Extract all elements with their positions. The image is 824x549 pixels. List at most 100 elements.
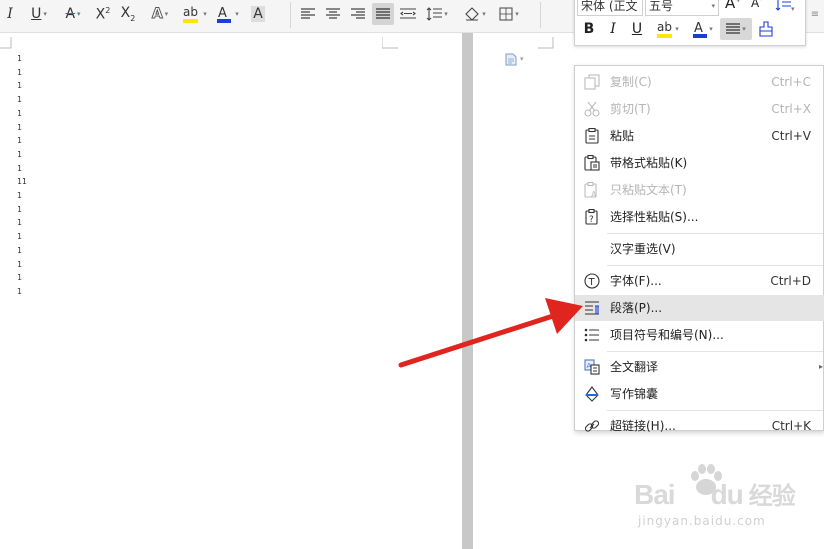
line-number: 1: [17, 286, 22, 296]
line-number: 1: [17, 67, 22, 77]
align-left-button[interactable]: [298, 3, 318, 25]
superscript-button[interactable]: X2: [93, 3, 113, 25]
menu-item-shortcut: Ctrl+K: [771, 419, 811, 433]
justify-icon: [726, 23, 741, 34]
writing-tips-icon: [584, 386, 600, 402]
watermark-logo: Bai du 经验: [634, 476, 796, 511]
font-color-button[interactable]: A ▾: [687, 18, 717, 40]
subscript-button[interactable]: X2: [118, 3, 138, 25]
menu-item-paste[interactable]: 粘贴 Ctrl+V: [575, 123, 824, 149]
menu-separator: [607, 410, 823, 411]
toolbar-overflow-icon[interactable]: ≡: [808, 3, 822, 25]
highlighter-icon: ab: [183, 5, 199, 23]
menu-item-label: 超链接(H)...: [610, 419, 676, 433]
chevron-down-icon: ▾: [203, 10, 207, 18]
red-arrow-annotation: [398, 298, 583, 368]
italic-button[interactable]: I: [2, 3, 18, 25]
svg-text:?: ?: [589, 215, 594, 225]
distribute-button[interactable]: [398, 3, 418, 25]
highlight-button[interactable]: ab ▾: [651, 18, 683, 40]
menu-item-paste-text[interactable]: A 只粘贴文本(T): [575, 177, 824, 203]
menu-item-translate[interactable]: A 全文翻译 ▸: [575, 354, 824, 380]
italic-button[interactable]: I: [603, 18, 623, 40]
font-icon: T: [584, 273, 600, 289]
format-painter-button[interactable]: [755, 18, 777, 40]
menu-item-paragraph[interactable]: 段落(P)...: [575, 295, 824, 321]
line-number: 1: [17, 232, 22, 242]
grow-font-button[interactable]: A+: [725, 0, 741, 12]
watermark-brand-latin: Bai: [634, 479, 676, 510]
highlight-button[interactable]: ab ▾: [180, 3, 208, 25]
font-size-value: 五号: [649, 0, 674, 13]
menu-item-font[interactable]: T 字体(F)... Ctrl+D: [575, 268, 824, 294]
svg-text:A: A: [218, 6, 227, 21]
align-right-icon: [351, 8, 365, 19]
align-right-button[interactable]: [348, 3, 368, 25]
line-spacing-icon: [775, 0, 791, 11]
grow-font-icon: A: [725, 0, 736, 12]
distribute-icon: [400, 8, 416, 19]
menu-separator: [607, 265, 823, 266]
font-size-select[interactable]: 五号 ▾: [645, 0, 719, 16]
menu-item-label: 段落(P)...: [610, 301, 663, 315]
line-number: 1: [17, 191, 22, 200]
paste-format-icon: [584, 154, 600, 171]
page-gutter: [462, 33, 473, 549]
border-icon: [499, 7, 513, 21]
svg-text:ab: ab: [657, 20, 672, 34]
bold-button[interactable]: B: [579, 18, 599, 40]
menu-item-writing-tips[interactable]: 写作锦囊: [575, 381, 824, 407]
menu-item-copy[interactable]: 复制(C) Ctrl+C: [575, 69, 824, 95]
text-effect-button[interactable]: A ▾: [145, 3, 175, 25]
underline-icon: U: [31, 6, 42, 22]
menu-item-paste-special[interactable]: ? 选择性粘贴(S)...: [575, 204, 824, 230]
menu-item-label: 粘贴: [610, 129, 635, 143]
menu-item-shortcut: Ctrl+X: [771, 102, 811, 116]
underline-button[interactable]: U: [627, 18, 647, 40]
mini-justify-button[interactable]: ▾: [720, 18, 752, 40]
page-corner-marker: [0, 37, 12, 49]
menu-item-label: 项目符号和编号(N)...: [610, 328, 724, 342]
menu-item-hanzi-reselect[interactable]: 汉字重选(V): [575, 236, 824, 262]
underline-button[interactable]: U ▾: [24, 3, 54, 25]
align-center-button[interactable]: [323, 3, 343, 25]
menu-item-label: 复制(C): [610, 75, 652, 89]
borders-button[interactable]: ▾: [494, 3, 524, 25]
line-number: 11: [17, 177, 27, 187]
text-effect-icon: A: [151, 6, 163, 23]
watermark-brand-cn: 经验: [748, 483, 796, 510]
chevron-down-icon: ▾: [482, 10, 486, 18]
justify-button[interactable]: [372, 3, 394, 25]
menu-item-label: 写作锦囊: [610, 387, 659, 401]
menu-item-paste-format[interactable]: 带格式粘贴(K): [575, 150, 824, 176]
shading-button[interactable]: ▾: [460, 3, 490, 25]
link-icon: [584, 418, 600, 434]
font-color-button[interactable]: A ▾: [212, 3, 242, 25]
char-shading-button[interactable]: A: [248, 3, 268, 25]
mini-line-spacing-button[interactable]: ▾: [775, 0, 803, 13]
line-number: 1: [17, 149, 22, 159]
paste-text-icon: A: [584, 181, 600, 199]
document-icon: [505, 53, 517, 65]
line-number: 1: [17, 136, 22, 146]
menu-item-scissors[interactable]: 剪切(T) Ctrl+X: [575, 96, 824, 122]
chevron-down-icon: ▾: [77, 10, 81, 18]
chevron-down-icon: ▾: [444, 10, 448, 18]
paste-options-button[interactable]: ▾: [505, 52, 533, 66]
menu-item-bullet-list[interactable]: 项目符号和编号(N)...: [575, 322, 824, 348]
line-number: 1: [17, 122, 22, 132]
bold-icon: B: [583, 21, 595, 37]
chevron-down-icon: ▾: [709, 25, 713, 33]
menu-item-link[interactable]: 超链接(H)... Ctrl+K: [575, 413, 824, 439]
strikethrough-button[interactable]: A ▾: [58, 3, 88, 25]
menu-item-label: 汉字重选(V): [610, 242, 676, 256]
line-spacing-button[interactable]: ▾: [423, 3, 451, 25]
menu-separator: [607, 233, 823, 234]
shrink-font-button[interactable]: A-: [751, 0, 762, 10]
superscript-icon: X2: [95, 5, 111, 23]
document-page-left[interactable]: 1 1 1 1 1 1 1 1 1 11 1 1 1 1 1 1 1 1: [0, 33, 462, 549]
highlighter-icon: ab: [657, 20, 673, 38]
chevron-down-icon: ▾: [164, 10, 169, 18]
font-name-select[interactable]: 宋体 (正文: [577, 0, 643, 16]
line-number: 1: [17, 108, 22, 118]
